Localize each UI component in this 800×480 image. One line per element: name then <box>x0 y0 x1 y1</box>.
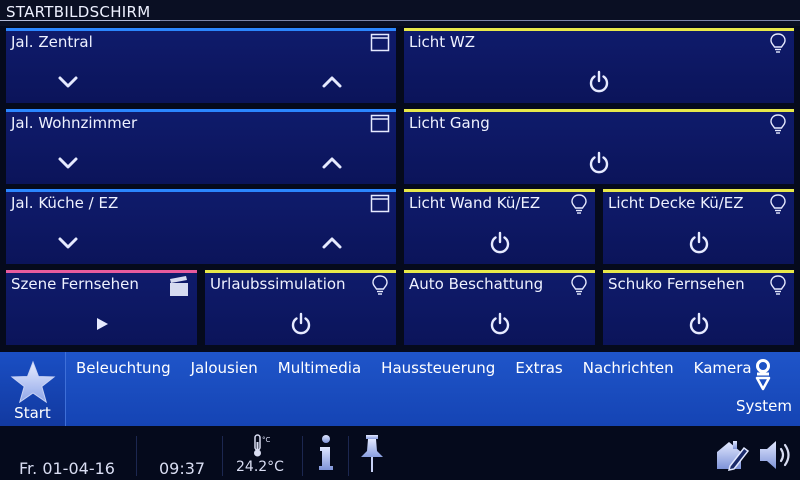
chevron-up-icon <box>322 76 342 88</box>
power-button[interactable] <box>404 230 595 256</box>
nav-item-jalousien[interactable]: Jalousien <box>181 359 268 377</box>
bulb-icon <box>571 275 587 295</box>
tile-label: Szene Fernsehen <box>11 275 139 293</box>
tile-urlaubssimulation[interactable]: Urlaubssimulation <box>205 270 396 345</box>
nav-item-multimedia[interactable]: Multimedia <box>268 359 371 377</box>
power-icon <box>490 231 509 254</box>
blind-down-button[interactable] <box>54 152 82 174</box>
start-button[interactable]: Start <box>0 352 66 426</box>
main-navigation: Start Beleuchtung Jalousien Multimedia H… <box>0 352 800 426</box>
chevron-down-icon <box>58 237 78 249</box>
divider <box>222 436 223 476</box>
divider <box>136 436 137 476</box>
date-display: Fr. 01-04-16 <box>19 459 115 478</box>
power-icon <box>589 70 609 93</box>
tile-licht-wand-kue-ez[interactable]: Licht Wand Kü/EZ <box>404 189 595 264</box>
tile-schuko-fernsehen[interactable]: Schuko Fernsehen <box>603 270 794 345</box>
start-label: Start <box>14 404 51 422</box>
tile-jal-kueche-ez: Jal. Küche / EZ <box>6 189 396 264</box>
header-bar: STARTBILDSCHIRM <box>0 0 800 26</box>
play-icon <box>96 318 108 330</box>
bulb-icon <box>770 33 786 53</box>
tile-jal-zentral: Jal. Zentral <box>6 28 396 103</box>
power-button[interactable] <box>205 311 396 337</box>
nav-items: Beleuchtung Jalousien Multimedia Hausste… <box>66 359 762 377</box>
blind-up-button[interactable] <box>318 152 346 174</box>
chevron-up-icon <box>322 237 342 249</box>
blind-icon <box>370 33 390 52</box>
speaker-icon[interactable] <box>758 438 796 472</box>
system-icon <box>755 359 771 391</box>
tile-auto-beschattung[interactable]: Auto Beschattung <box>404 270 595 345</box>
tile-label: Auto Beschattung <box>409 275 544 293</box>
blind-up-button[interactable] <box>318 232 346 254</box>
star-icon <box>10 360 56 404</box>
edit-icon[interactable] <box>714 438 750 472</box>
page-title: STARTBILDSCHIRM <box>6 3 151 21</box>
power-button[interactable] <box>404 69 794 95</box>
power-button[interactable] <box>603 230 794 256</box>
temp-unit-label: °C <box>262 436 271 444</box>
blind-up-button[interactable] <box>318 71 346 93</box>
tile-label: Jal. Zentral <box>11 33 93 51</box>
play-button[interactable] <box>6 311 197 337</box>
power-icon <box>689 231 708 254</box>
power-button[interactable] <box>603 311 794 337</box>
clapperboard-icon <box>170 276 188 296</box>
nav-item-haussteuerung[interactable]: Haussteuerung <box>371 359 505 377</box>
blind-icon <box>370 194 390 213</box>
tile-label: Licht Decke Kü/EZ <box>608 194 744 212</box>
bulb-icon <box>770 114 786 134</box>
power-button[interactable] <box>404 150 794 176</box>
blind-down-button[interactable] <box>54 71 82 93</box>
info-icon[interactable] <box>315 434 337 472</box>
blind-down-button[interactable] <box>54 232 82 254</box>
temperature-display: 24.2°C <box>236 459 284 475</box>
system-button[interactable]: System <box>728 352 800 426</box>
thermometer-icon: °C <box>254 434 271 457</box>
chevron-down-icon <box>58 157 78 169</box>
divider <box>348 436 349 476</box>
tile-label: Jal. Küche / EZ <box>11 194 119 212</box>
pin-icon[interactable] <box>358 434 386 474</box>
tile-label: Licht Wand Kü/EZ <box>409 194 541 212</box>
tile-licht-gang[interactable]: Licht Gang <box>404 109 794 184</box>
tile-jal-wohnzimmer: Jal. Wohnzimmer <box>6 109 396 184</box>
power-icon <box>490 312 509 335</box>
divider <box>302 436 303 476</box>
system-label: System <box>736 397 792 415</box>
tile-label: Licht WZ <box>409 33 476 51</box>
tile-licht-decke-kue-ez[interactable]: Licht Decke Kü/EZ <box>603 189 794 264</box>
bulb-icon <box>372 275 388 295</box>
tile-label: Urlaubssimulation <box>210 275 346 293</box>
tile-label: Licht Gang <box>409 114 490 132</box>
power-icon <box>689 312 708 335</box>
tile-label: Jal. Wohnzimmer <box>11 114 138 132</box>
time-display: 09:37 <box>159 459 206 478</box>
chevron-down-icon <box>58 76 78 88</box>
nav-item-beleuchtung[interactable]: Beleuchtung <box>66 359 181 377</box>
nav-item-nachrichten[interactable]: Nachrichten <box>573 359 684 377</box>
tile-licht-wz[interactable]: Licht WZ <box>404 28 794 103</box>
bulb-icon <box>770 194 786 214</box>
bulb-icon <box>571 194 587 214</box>
blind-icon <box>370 114 390 133</box>
tile-label: Schuko Fernsehen <box>608 275 745 293</box>
power-icon <box>589 151 609 174</box>
bulb-icon <box>770 275 786 295</box>
status-bar: Fr. 01-04-16 09:37 °C 24.2°C <box>0 426 800 480</box>
chevron-up-icon <box>322 157 342 169</box>
nav-item-extras[interactable]: Extras <box>505 359 572 377</box>
tile-szene-fernsehen[interactable]: Szene Fernsehen <box>6 270 197 345</box>
header-divider-accent <box>0 20 160 21</box>
power-button[interactable] <box>404 311 595 337</box>
power-icon <box>291 312 310 335</box>
